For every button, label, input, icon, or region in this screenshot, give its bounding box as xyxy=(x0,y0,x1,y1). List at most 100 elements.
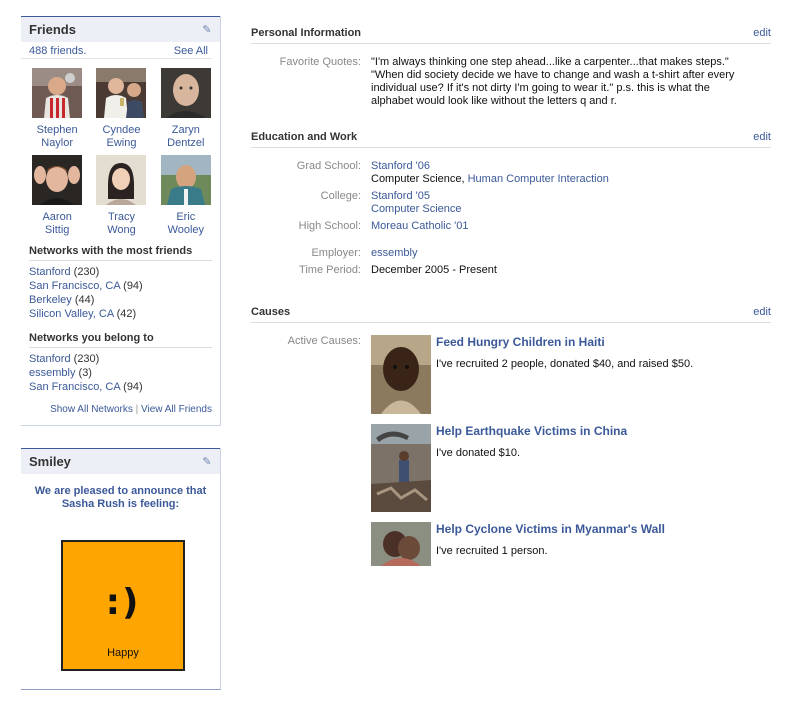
friend-last-name[interactable]: Sittig xyxy=(27,224,87,237)
most-friends-networks-list: Stanford (230) San Francisco, CA (94) Be… xyxy=(21,261,220,321)
college-major-link[interactable]: Computer Science xyxy=(371,203,462,216)
edit-pencil-icon[interactable]: ✎ xyxy=(201,24,213,36)
friend-tile[interactable]: Zaryn Dentzel xyxy=(156,68,216,150)
cause-title-link[interactable]: Feed Hungry Children in Haiti xyxy=(436,335,693,349)
friend-photo-4[interactable] xyxy=(32,155,83,205)
belong-networks-title: Networks you belong to xyxy=(29,332,212,348)
friend-photo-1[interactable] xyxy=(32,68,83,118)
network-count: (230) xyxy=(70,353,100,365)
cause-title-link[interactable]: Help Cyclone Victims in Myanmar's Wall xyxy=(436,522,665,536)
college-row: College: Stanford '05 Computer Science xyxy=(251,190,771,216)
friend-tile[interactable]: Aaron Sittig xyxy=(27,155,87,237)
smiley-announcement: We are pleased to announce that Sasha Ru… xyxy=(34,485,207,510)
friends-box-header: Friends ✎ xyxy=(21,16,220,42)
friends-box-title: Friends xyxy=(29,22,76,37)
time-period-value: December 2005 - Present xyxy=(371,264,497,276)
college-label: College: xyxy=(320,190,361,202)
network-count: (42) xyxy=(113,308,137,320)
network-link[interactable]: essembly xyxy=(29,367,75,379)
time-period-row: Time Period: December 2005 - Present xyxy=(251,264,771,277)
see-all-friends-link[interactable]: See All xyxy=(174,45,208,58)
personal-info-title: Personal Information xyxy=(251,27,362,39)
grad-major-text: Computer Science, xyxy=(371,173,468,185)
network-link[interactable]: Stanford xyxy=(29,266,71,278)
cause-image[interactable] xyxy=(371,522,431,566)
favorite-quotes-value: "I'm always thinking one step ahead...li… xyxy=(371,56,735,107)
friend-photo-3[interactable] xyxy=(160,68,211,118)
friend-last-name[interactable]: Naylor xyxy=(27,137,87,150)
left-column: Friends ✎ 488 friends. See All Stephen N… xyxy=(21,16,221,426)
network-item: Stanford (230) xyxy=(29,352,212,366)
network-count: (3) xyxy=(75,367,92,379)
cause-item: Help Earthquake Victims in China I've do… xyxy=(371,424,693,522)
education-edit-link[interactable]: edit xyxy=(753,131,771,143)
network-count: (230) xyxy=(70,266,100,278)
friend-last-name[interactable]: Wong xyxy=(91,224,151,237)
friend-photo-2[interactable] xyxy=(96,68,147,118)
network-link[interactable]: Stanford xyxy=(29,353,71,365)
network-link[interactable]: San Francisco, CA xyxy=(29,381,120,393)
favorite-quotes-row: Favorite Quotes: "I'm always thinking on… xyxy=(251,56,771,108)
college-link[interactable]: Stanford '05 xyxy=(371,190,462,203)
cause-description: I've recruited 1 person. xyxy=(436,545,548,557)
friend-tile[interactable]: Eric Wooley xyxy=(156,155,216,237)
employer-link[interactable]: essembly xyxy=(371,247,417,260)
network-link[interactable]: Berkeley xyxy=(29,294,72,306)
show-all-networks-link[interactable]: Show All Networks xyxy=(50,404,133,415)
causes-list: Feed Hungry Children in Haiti I've recru… xyxy=(371,335,693,566)
network-item: Stanford (230) xyxy=(29,265,212,279)
friend-last-name[interactable]: Wooley xyxy=(156,224,216,237)
cause-description: I've recruited 2 people, donated $40, an… xyxy=(436,358,694,370)
high-school-label: High School: xyxy=(298,220,361,232)
friend-first-name[interactable]: Cyndee xyxy=(91,124,151,137)
cause-item: Feed Hungry Children in Haiti I've recru… xyxy=(371,335,693,424)
employer-label: Employer: xyxy=(311,247,361,259)
friend-photo-6[interactable] xyxy=(160,155,211,205)
high-school-link[interactable]: Moreau Catholic '01 xyxy=(371,220,469,233)
network-item: Silicon Valley, CA (42) xyxy=(29,307,212,321)
cause-item: Help Cyclone Victims in Myanmar's Wall I… xyxy=(371,522,693,566)
friend-first-name[interactable]: Stephen xyxy=(27,124,87,137)
employer-row: Employer: essembly xyxy=(251,247,771,260)
network-item: San Francisco, CA (94) xyxy=(29,380,212,394)
network-link[interactable]: San Francisco, CA xyxy=(29,280,120,292)
causes-edit-link[interactable]: edit xyxy=(753,306,771,318)
favorite-quotes-label: Favorite Quotes: xyxy=(279,56,361,68)
friend-tile[interactable]: Tracy Wong xyxy=(91,155,151,237)
mood-label: Happy xyxy=(107,647,139,659)
active-causes-label: Active Causes: xyxy=(287,335,361,347)
cause-image[interactable] xyxy=(371,335,431,414)
network-link[interactable]: Silicon Valley, CA xyxy=(29,308,114,320)
cause-body: Help Earthquake Victims in China I've do… xyxy=(436,424,627,522)
edit-pencil-icon[interactable]: ✎ xyxy=(201,456,213,468)
cause-description: I've donated $10. xyxy=(436,447,521,459)
friend-first-name[interactable]: Aaron xyxy=(27,211,87,224)
most-friends-networks-title: Networks with the most friends xyxy=(29,245,212,261)
cause-title-link[interactable]: Help Earthquake Victims in China xyxy=(436,424,627,438)
grad-school-row: Grad School: Stanford '06 Computer Scien… xyxy=(251,160,771,186)
network-item: Berkeley (44) xyxy=(29,293,212,307)
friend-photo-5[interactable] xyxy=(96,155,147,205)
smiley-box-title: Smiley xyxy=(29,454,71,469)
causes-section: Causes edit Active Causes: Feed Hungry C… xyxy=(251,305,771,566)
smiley-box-header: Smiley ✎ xyxy=(21,448,220,474)
smiley-face: :) xyxy=(105,582,141,623)
friends-count-link[interactable]: 488 friends. xyxy=(29,45,86,58)
grad-school-link[interactable]: Stanford '06 xyxy=(371,160,609,173)
friends-footer-links: Show All Networks | View All Friends xyxy=(21,394,220,426)
link-separator: | xyxy=(132,404,142,415)
grad-concentration-link[interactable]: Human Computer Interaction xyxy=(468,173,609,185)
friend-tile[interactable]: Cyndee Ewing xyxy=(91,68,151,150)
friend-last-name[interactable]: Dentzel xyxy=(156,137,216,150)
education-header: Education and Work edit xyxy=(251,130,771,148)
friend-last-name[interactable]: Ewing xyxy=(91,137,151,150)
friend-first-name[interactable]: Zaryn xyxy=(156,124,216,137)
active-causes-row: Active Causes: Feed Hungry Children in H… xyxy=(251,335,771,566)
cause-image[interactable] xyxy=(371,424,431,512)
cause-body: Feed Hungry Children in Haiti I've recru… xyxy=(436,335,693,424)
friend-first-name[interactable]: Eric xyxy=(156,211,216,224)
friend-first-name[interactable]: Tracy xyxy=(91,211,151,224)
view-all-friends-link[interactable]: View All Friends xyxy=(141,404,212,415)
personal-info-edit-link[interactable]: edit xyxy=(753,27,771,39)
friend-tile[interactable]: Stephen Naylor xyxy=(27,68,87,150)
